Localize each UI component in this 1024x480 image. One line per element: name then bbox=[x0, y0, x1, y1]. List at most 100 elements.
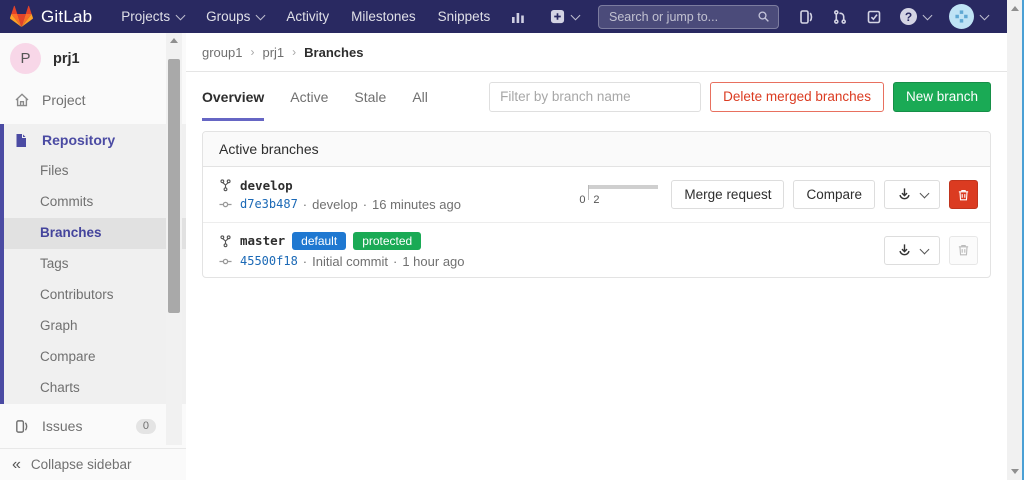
dot-separator: · bbox=[302, 196, 308, 212]
sidebar-item-files[interactable]: Files bbox=[4, 156, 186, 187]
tab-active[interactable]: Active bbox=[290, 72, 328, 121]
commit-message: Initial commit bbox=[312, 253, 388, 269]
tab-all[interactable]: All bbox=[412, 72, 428, 121]
sidebar-item-graph[interactable]: Graph bbox=[4, 311, 186, 342]
issues-count-badge: 0 bbox=[135, 418, 156, 434]
project-name: prj1 bbox=[53, 50, 80, 67]
commit-icon bbox=[219, 255, 232, 268]
sidebar-item-compare[interactable]: Compare bbox=[4, 342, 186, 373]
filter-branch-input[interactable] bbox=[489, 81, 702, 112]
sidebar-item-tags[interactable]: Tags bbox=[4, 249, 186, 280]
commit-hash-link[interactable]: 45500f18 bbox=[240, 254, 298, 268]
breadcrumb-separator: › bbox=[292, 45, 297, 59]
branches-controls-row: Overview Active Stale All Delete merged … bbox=[186, 72, 1007, 121]
new-menu-button[interactable] bbox=[550, 9, 581, 24]
search-input[interactable] bbox=[607, 8, 757, 25]
sidebar-item-commits[interactable]: Commits bbox=[4, 187, 186, 218]
chevron-down-icon bbox=[570, 10, 581, 20]
sidebar-item-repository[interactable]: Repository bbox=[4, 124, 186, 156]
divergence-ahead-bar bbox=[589, 184, 659, 189]
sidebar-item-charts[interactable]: Charts bbox=[4, 373, 186, 404]
commit-hash-link[interactable]: d7e3b487 bbox=[240, 197, 298, 211]
scroll-down-arrow-icon[interactable] bbox=[1010, 469, 1019, 474]
avatar bbox=[949, 4, 974, 29]
delete-merged-branches-button[interactable]: Delete merged branches bbox=[710, 81, 884, 112]
compare-button[interactable]: Compare bbox=[793, 180, 875, 209]
collapse-label: Collapse sidebar bbox=[30, 457, 132, 472]
project-context-link[interactable]: P prj1 bbox=[0, 33, 186, 80]
nav-groups[interactable]: Groups bbox=[195, 9, 275, 24]
download-dropdown-button[interactable] bbox=[884, 180, 940, 209]
branch-actions: Delete merged branches New branch bbox=[489, 72, 991, 121]
commit-message: develop bbox=[312, 196, 358, 212]
page-body: P prj1 Project Repository Files Commits … bbox=[0, 33, 1007, 480]
chevron-down-icon bbox=[922, 10, 933, 20]
tanuki-icon bbox=[10, 5, 33, 28]
page-scrollbar[interactable] bbox=[1007, 0, 1022, 480]
divergence-graph: 0 2 bbox=[578, 184, 659, 206]
active-branches-card: Active branches develop d7e3b487 · devel… bbox=[202, 131, 991, 278]
chevron-down-icon bbox=[919, 188, 929, 199]
merge-request-button[interactable]: Merge request bbox=[671, 180, 785, 209]
sidebar-item-label: Issues bbox=[42, 418, 83, 434]
git-branch-icon bbox=[219, 234, 232, 248]
branch-info: master default protected 45500f18 · Init… bbox=[219, 231, 465, 269]
sidebar-item-project[interactable]: Project bbox=[0, 84, 186, 116]
nav-projects[interactable]: Projects bbox=[110, 9, 195, 24]
user-menu-button[interactable] bbox=[949, 4, 990, 29]
nav-snippets[interactable]: Snippets bbox=[427, 9, 502, 24]
logo-text: GitLab bbox=[41, 6, 93, 26]
dot-separator: · bbox=[302, 253, 308, 269]
todos-icon[interactable] bbox=[866, 9, 882, 25]
dot-separator: · bbox=[362, 196, 368, 212]
branch-row-master: master default protected 45500f18 · Init… bbox=[203, 222, 990, 277]
scroll-up-arrow-icon[interactable] bbox=[170, 38, 178, 43]
scrollbar-thumb[interactable] bbox=[168, 59, 180, 313]
project-avatar: P bbox=[10, 43, 41, 74]
merge-requests-icon[interactable] bbox=[832, 9, 848, 25]
scroll-up-arrow-icon[interactable] bbox=[1010, 6, 1019, 11]
trash-icon bbox=[957, 188, 970, 202]
global-search bbox=[598, 4, 779, 29]
home-icon bbox=[14, 92, 30, 108]
branch-row-actions bbox=[884, 235, 978, 265]
collapse-sidebar-button[interactable]: « Collapse sidebar bbox=[0, 448, 186, 480]
branch-info: develop d7e3b487 · develop · 16 minutes … bbox=[219, 178, 461, 212]
sidebar-item-label: Repository bbox=[42, 132, 116, 148]
gitlab-logo[interactable]: GitLab bbox=[10, 5, 92, 28]
issues-icon[interactable] bbox=[798, 9, 814, 25]
double-chevron-left-icon: « bbox=[12, 455, 21, 473]
commit-line: 45500f18 · Initial commit · 1 hour ago bbox=[219, 254, 465, 269]
delete-branch-button-disabled[interactable] bbox=[949, 235, 978, 265]
chevron-down-icon bbox=[255, 10, 266, 20]
sidebar-scrollbar[interactable] bbox=[166, 33, 182, 445]
nav-activity[interactable]: Activity bbox=[275, 9, 340, 24]
document-icon bbox=[14, 133, 30, 148]
sidebar-item-branches[interactable]: Branches bbox=[4, 218, 186, 249]
download-dropdown-button[interactable] bbox=[884, 235, 940, 265]
commit-time: 1 hour ago bbox=[402, 253, 465, 269]
branch-row-actions: 0 2 Merge request Compare bbox=[578, 180, 978, 209]
branch-name-link[interactable]: master bbox=[240, 233, 285, 248]
new-branch-button[interactable]: New branch bbox=[892, 81, 991, 112]
commit-icon bbox=[219, 198, 232, 211]
delete-branch-button[interactable] bbox=[949, 180, 978, 209]
sidebar-item-issues[interactable]: Issues 0 bbox=[0, 410, 186, 442]
help-menu-button[interactable]: ? bbox=[900, 8, 933, 25]
branches-tabs: Overview Active Stale All bbox=[202, 72, 454, 121]
plus-square-icon bbox=[550, 9, 565, 24]
help-icon: ? bbox=[900, 8, 917, 25]
breadcrumb-separator: › bbox=[250, 45, 255, 59]
tab-overview[interactable]: Overview bbox=[202, 72, 265, 121]
commit-time: 16 minutes ago bbox=[372, 196, 461, 212]
tab-stale[interactable]: Stale bbox=[354, 72, 386, 121]
branch-name-link[interactable]: develop bbox=[240, 178, 293, 193]
search-icon bbox=[757, 10, 770, 23]
nav-milestones[interactable]: Milestones bbox=[340, 9, 427, 24]
analytics-chart-icon[interactable] bbox=[510, 9, 526, 25]
default-badge: default bbox=[292, 231, 347, 250]
download-icon bbox=[897, 187, 912, 202]
breadcrumb-group[interactable]: group1 bbox=[202, 45, 242, 60]
sidebar-item-contributors[interactable]: Contributors bbox=[4, 280, 186, 311]
breadcrumb-project[interactable]: prj1 bbox=[262, 45, 284, 60]
